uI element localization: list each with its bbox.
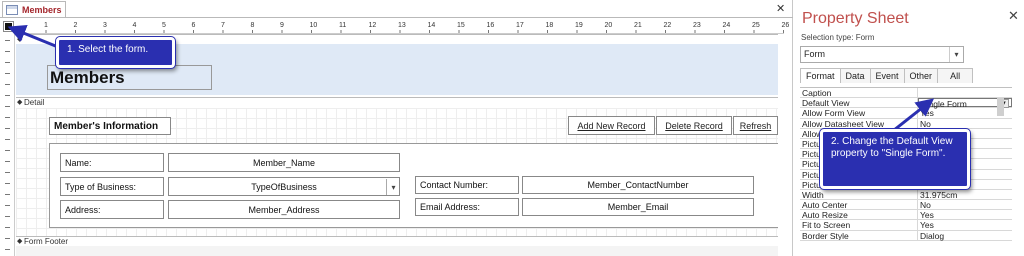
callout-select-form: 1. Select the form. [56, 37, 175, 68]
form-designer: Members ✕ 1 2 3 4 5 6 7 8 9 10 11 12 13 14 15 16 17 18 19 2… [0, 0, 793, 256]
property-sheet-pane: Property Sheet ✕ Selection type: Form Fo… [794, 0, 1024, 256]
callout-arrow-2 [883, 98, 935, 140]
callout-change-default-view: 2. Change the Default View property to "… [820, 129, 970, 189]
